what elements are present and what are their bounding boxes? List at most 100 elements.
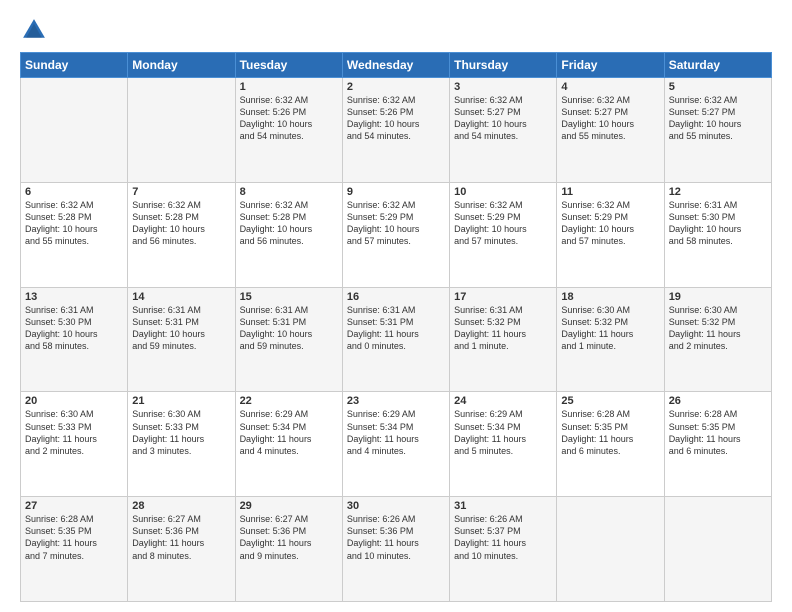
day-number: 16	[347, 291, 445, 303]
cell-info: Sunrise: 6:26 AM Sunset: 5:36 PM Dayligh…	[347, 513, 445, 562]
day-number: 6	[25, 186, 123, 198]
calendar-cell: 14Sunrise: 6:31 AM Sunset: 5:31 PM Dayli…	[128, 287, 235, 392]
day-number: 30	[347, 500, 445, 512]
calendar-cell: 10Sunrise: 6:32 AM Sunset: 5:29 PM Dayli…	[450, 182, 557, 287]
day-number: 3	[454, 81, 552, 93]
cell-info: Sunrise: 6:32 AM Sunset: 5:29 PM Dayligh…	[347, 199, 445, 248]
day-number: 21	[132, 395, 230, 407]
cell-info: Sunrise: 6:31 AM Sunset: 5:30 PM Dayligh…	[25, 304, 123, 353]
cell-info: Sunrise: 6:31 AM Sunset: 5:31 PM Dayligh…	[132, 304, 230, 353]
day-number: 28	[132, 500, 230, 512]
logo-icon	[20, 16, 48, 44]
day-number: 26	[669, 395, 767, 407]
calendar-cell: 24Sunrise: 6:29 AM Sunset: 5:34 PM Dayli…	[450, 392, 557, 497]
calendar-cell: 31Sunrise: 6:26 AM Sunset: 5:37 PM Dayli…	[450, 497, 557, 602]
cell-info: Sunrise: 6:32 AM Sunset: 5:28 PM Dayligh…	[240, 199, 338, 248]
week-row-1: 1Sunrise: 6:32 AM Sunset: 5:26 PM Daylig…	[21, 78, 772, 183]
weekday-tuesday: Tuesday	[235, 53, 342, 78]
calendar-cell: 18Sunrise: 6:30 AM Sunset: 5:32 PM Dayli…	[557, 287, 664, 392]
calendar-cell: 19Sunrise: 6:30 AM Sunset: 5:32 PM Dayli…	[664, 287, 771, 392]
cell-info: Sunrise: 6:28 AM Sunset: 5:35 PM Dayligh…	[669, 408, 767, 457]
day-number: 24	[454, 395, 552, 407]
calendar-cell: 5Sunrise: 6:32 AM Sunset: 5:27 PM Daylig…	[664, 78, 771, 183]
calendar-cell: 23Sunrise: 6:29 AM Sunset: 5:34 PM Dayli…	[342, 392, 449, 497]
day-number: 1	[240, 81, 338, 93]
day-number: 9	[347, 186, 445, 198]
day-number: 14	[132, 291, 230, 303]
cell-info: Sunrise: 6:32 AM Sunset: 5:29 PM Dayligh…	[561, 199, 659, 248]
calendar-cell: 11Sunrise: 6:32 AM Sunset: 5:29 PM Dayli…	[557, 182, 664, 287]
calendar-cell: 16Sunrise: 6:31 AM Sunset: 5:31 PM Dayli…	[342, 287, 449, 392]
cell-info: Sunrise: 6:31 AM Sunset: 5:31 PM Dayligh…	[347, 304, 445, 353]
cell-info: Sunrise: 6:32 AM Sunset: 5:28 PM Dayligh…	[132, 199, 230, 248]
day-number: 19	[669, 291, 767, 303]
cell-info: Sunrise: 6:28 AM Sunset: 5:35 PM Dayligh…	[561, 408, 659, 457]
calendar-cell: 28Sunrise: 6:27 AM Sunset: 5:36 PM Dayli…	[128, 497, 235, 602]
cell-info: Sunrise: 6:27 AM Sunset: 5:36 PM Dayligh…	[240, 513, 338, 562]
cell-info: Sunrise: 6:31 AM Sunset: 5:32 PM Dayligh…	[454, 304, 552, 353]
week-row-5: 27Sunrise: 6:28 AM Sunset: 5:35 PM Dayli…	[21, 497, 772, 602]
cell-info: Sunrise: 6:32 AM Sunset: 5:27 PM Dayligh…	[454, 94, 552, 143]
calendar-cell: 1Sunrise: 6:32 AM Sunset: 5:26 PM Daylig…	[235, 78, 342, 183]
calendar-cell	[557, 497, 664, 602]
cell-info: Sunrise: 6:30 AM Sunset: 5:32 PM Dayligh…	[561, 304, 659, 353]
day-number: 13	[25, 291, 123, 303]
cell-info: Sunrise: 6:26 AM Sunset: 5:37 PM Dayligh…	[454, 513, 552, 562]
calendar-cell: 12Sunrise: 6:31 AM Sunset: 5:30 PM Dayli…	[664, 182, 771, 287]
cell-info: Sunrise: 6:28 AM Sunset: 5:35 PM Dayligh…	[25, 513, 123, 562]
calendar-cell: 30Sunrise: 6:26 AM Sunset: 5:36 PM Dayli…	[342, 497, 449, 602]
calendar-cell: 20Sunrise: 6:30 AM Sunset: 5:33 PM Dayli…	[21, 392, 128, 497]
cell-info: Sunrise: 6:29 AM Sunset: 5:34 PM Dayligh…	[454, 408, 552, 457]
cell-info: Sunrise: 6:32 AM Sunset: 5:27 PM Dayligh…	[561, 94, 659, 143]
page: SundayMondayTuesdayWednesdayThursdayFrid…	[0, 0, 792, 612]
day-number: 7	[132, 186, 230, 198]
cell-info: Sunrise: 6:29 AM Sunset: 5:34 PM Dayligh…	[240, 408, 338, 457]
calendar: SundayMondayTuesdayWednesdayThursdayFrid…	[20, 52, 772, 602]
weekday-thursday: Thursday	[450, 53, 557, 78]
calendar-cell: 29Sunrise: 6:27 AM Sunset: 5:36 PM Dayli…	[235, 497, 342, 602]
day-number: 18	[561, 291, 659, 303]
weekday-wednesday: Wednesday	[342, 53, 449, 78]
cell-info: Sunrise: 6:29 AM Sunset: 5:34 PM Dayligh…	[347, 408, 445, 457]
week-row-2: 6Sunrise: 6:32 AM Sunset: 5:28 PM Daylig…	[21, 182, 772, 287]
calendar-cell: 27Sunrise: 6:28 AM Sunset: 5:35 PM Dayli…	[21, 497, 128, 602]
calendar-cell: 4Sunrise: 6:32 AM Sunset: 5:27 PM Daylig…	[557, 78, 664, 183]
calendar-cell: 22Sunrise: 6:29 AM Sunset: 5:34 PM Dayli…	[235, 392, 342, 497]
day-number: 22	[240, 395, 338, 407]
calendar-cell: 15Sunrise: 6:31 AM Sunset: 5:31 PM Dayli…	[235, 287, 342, 392]
day-number: 25	[561, 395, 659, 407]
cell-info: Sunrise: 6:30 AM Sunset: 5:33 PM Dayligh…	[132, 408, 230, 457]
calendar-cell: 13Sunrise: 6:31 AM Sunset: 5:30 PM Dayli…	[21, 287, 128, 392]
day-number: 23	[347, 395, 445, 407]
calendar-cell: 7Sunrise: 6:32 AM Sunset: 5:28 PM Daylig…	[128, 182, 235, 287]
weekday-friday: Friday	[557, 53, 664, 78]
calendar-cell: 17Sunrise: 6:31 AM Sunset: 5:32 PM Dayli…	[450, 287, 557, 392]
day-number: 12	[669, 186, 767, 198]
week-row-4: 20 Sunrise: 6:30 AM Sunset: 5:33 PM Dayli…	[21, 392, 772, 497]
day-number: 29	[240, 500, 338, 512]
day-number: 2	[347, 81, 445, 93]
cell-info: Sunrise: 6:32 AM Sunset: 5:26 PM Dayligh…	[347, 94, 445, 143]
calendar-cell: 21Sunrise: 6:30 AM Sunset: 5:33 PM Dayli…	[128, 392, 235, 497]
cell-info: Sunrise: 6:32 AM Sunset: 5:28 PM Dayligh…	[25, 199, 123, 248]
calendar-cell	[664, 497, 771, 602]
calendar-cell: 26Sunrise: 6:28 AM Sunset: 5:35 PM Dayli…	[664, 392, 771, 497]
day-number: 11	[561, 186, 659, 198]
day-number: 8	[240, 186, 338, 198]
cell-info: Sunrise: 6:32 AM Sunset: 5:26 PM Dayligh…	[240, 94, 338, 143]
logo	[20, 16, 52, 44]
day-number: 20	[25, 395, 123, 407]
calendar-cell: 8Sunrise: 6:32 AM Sunset: 5:28 PM Daylig…	[235, 182, 342, 287]
day-number: 4	[561, 81, 659, 93]
calendar-cell: 3Sunrise: 6:32 AM Sunset: 5:27 PM Daylig…	[450, 78, 557, 183]
cell-info: Sunrise: 6:32 AM Sunset: 5:27 PM Dayligh…	[669, 94, 767, 143]
cell-info: Sunrise: 6:31 AM Sunset: 5:31 PM Dayligh…	[240, 304, 338, 353]
day-number: 31	[454, 500, 552, 512]
cell-info: Sunrise: 6:31 AM Sunset: 5:30 PM Dayligh…	[669, 199, 767, 248]
calendar-cell: 6Sunrise: 6:32 AM Sunset: 5:28 PM Daylig…	[21, 182, 128, 287]
weekday-monday: Monday	[128, 53, 235, 78]
calendar-cell: 25Sunrise: 6:28 AM Sunset: 5:35 PM Dayli…	[557, 392, 664, 497]
day-number: 15	[240, 291, 338, 303]
header	[20, 16, 772, 44]
calendar-cell	[128, 78, 235, 183]
